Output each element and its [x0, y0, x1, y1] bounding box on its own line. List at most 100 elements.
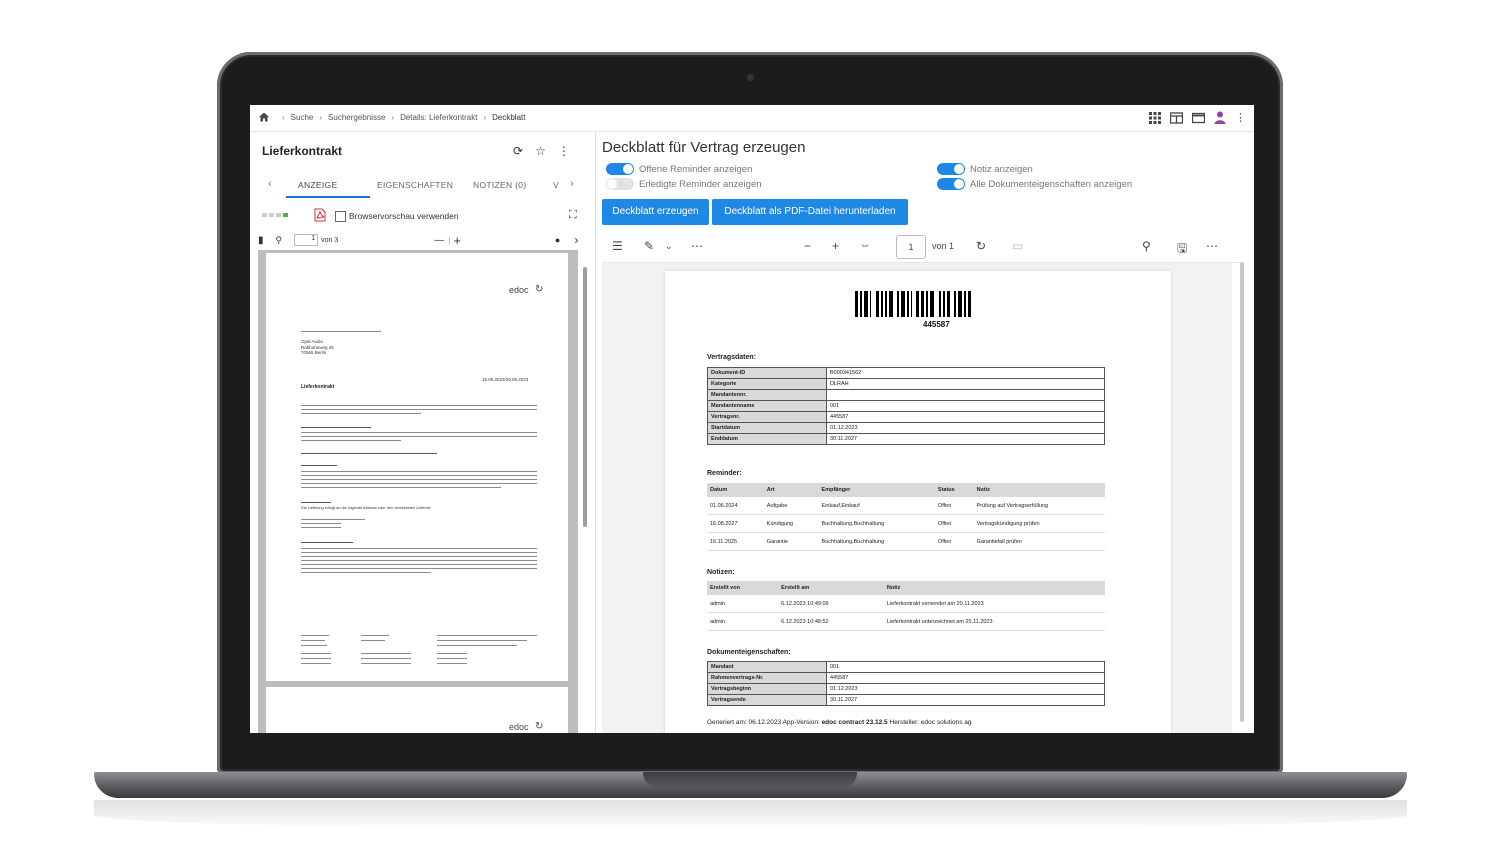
cover-sheet-page: 445587 Vertragsdaten: Dokument-ID B000341…: [665, 271, 1171, 733]
edoc-logo: edoc: [509, 285, 529, 295]
home-icon[interactable]: [258, 111, 270, 123]
apps-grid-icon[interactable]: [1149, 111, 1161, 124]
search-icon[interactable]: ⚲: [1142, 239, 1151, 253]
tab-notizen[interactable]: NOTIZEN (0): [473, 180, 526, 190]
back-chevron-icon[interactable]: ‹: [282, 113, 285, 122]
preview-text-line: [301, 475, 537, 477]
toggle-switch[interactable]: [606, 178, 634, 190]
create-cover-button[interactable]: Deckblatt erzeugen: [602, 199, 709, 225]
user-avatar-icon[interactable]: [1214, 111, 1226, 124]
preview-scrollbar[interactable]: [583, 267, 587, 527]
more-horiz-icon[interactable]: ⋯: [691, 239, 703, 253]
toggle-switch[interactable]: [937, 163, 965, 175]
tab-more[interactable]: V: [553, 180, 559, 190]
notes-heading: Notizen:: [707, 569, 735, 576]
preview-text-line: [437, 640, 527, 642]
comment-icon[interactable]: ●: [555, 235, 560, 245]
toggle-switch[interactable]: [937, 178, 965, 190]
download-pdf-button[interactable]: Deckblatt als PDF-Datei herunterladen: [712, 199, 908, 225]
tab-anzeige[interactable]: ANZEIGE: [298, 180, 337, 190]
breadcrumb-item-details[interactable]: Details: Lieferkontrakt: [400, 113, 477, 122]
breadcrumb-item-suche[interactable]: Suche: [291, 113, 314, 122]
tabs-next-icon[interactable]: ›: [570, 178, 574, 190]
toggle-all-properties[interactable]: Alle Dokumenteigenschaften anzeigen: [937, 178, 1132, 190]
page-number-input[interactable]: 1: [294, 234, 319, 246]
star-icon[interactable]: ☆: [535, 144, 546, 158]
page-view-icon[interactable]: ▭: [1012, 239, 1023, 253]
preview-text-line: [301, 542, 353, 544]
more-vert-icon[interactable]: ⋮: [1235, 112, 1246, 123]
chevron-right-icon[interactable]: ›: [574, 233, 578, 247]
table-cell: 6.12.2023 10:49:09: [778, 595, 884, 613]
reminder-table: Datum Art Empfänger Status Notiz 01.06.2024 Au…: [707, 483, 1105, 551]
chevron-right-icon: ›: [391, 112, 395, 122]
preview-text-line: [301, 479, 537, 481]
pdf-scrollbar[interactable]: [1239, 252, 1245, 722]
preview-text-line: [301, 427, 371, 429]
table-cell: Buchhaltung,Buchhaltung: [818, 514, 935, 533]
window-icon[interactable]: [1192, 112, 1205, 124]
property-value: 30.11.2027: [826, 433, 1105, 445]
preview-text-line: [301, 502, 331, 504]
tabs-prev-icon[interactable]: ‹: [268, 178, 272, 190]
tab-eigenschaften[interactable]: EIGENSCHAFTEN: [377, 180, 453, 190]
table-row: Vertragsende 30.11.2027: [707, 694, 1105, 706]
toggle-open-reminders[interactable]: Offene Reminder anzeigen: [606, 163, 752, 175]
breadcrumb-item-current: Deckblatt: [492, 112, 526, 122]
preview-text-line: [301, 436, 537, 438]
toggle-label: Alle Dokumenteigenschaften anzeigen: [970, 178, 1133, 190]
contract-data-table: Dokument-ID B000341562 Kategorie DLRAH Manda…: [707, 367, 1105, 445]
more-vert-icon[interactable]: ⋮: [558, 144, 570, 158]
address-line: 70565 Berlin: [301, 350, 327, 355]
table-cell: 6.12.2023 10:48:52: [778, 612, 884, 631]
table-row: admin 6.12.2023 10:49:09 Lieferkontrakt ve…: [707, 595, 1105, 613]
breadcrumb-item-results[interactable]: Suchergebnisse: [328, 113, 385, 122]
toggle-switch[interactable]: [606, 163, 634, 175]
preview-text-line: [437, 653, 467, 655]
search-icon[interactable]: ⚲: [276, 235, 283, 246]
preview-text-line: [437, 635, 537, 637]
preview-text-line: [301, 645, 327, 647]
refresh-icon[interactable]: ⟳: [513, 144, 523, 158]
highlight-icon[interactable]: ✎: [644, 239, 654, 253]
contract-data-heading: Vertragsdaten:: [707, 354, 757, 361]
table-cell: 16.11.2025: [707, 532, 764, 551]
rotate-icon[interactable]: ↻: [976, 239, 986, 253]
preview-footer-block: [301, 635, 537, 671]
table-cell: 01.06.2024: [707, 497, 764, 515]
barcode: [855, 291, 973, 317]
property-value: DLRAH: [826, 378, 1105, 390]
reminder-heading: Reminder:: [707, 470, 742, 477]
table-row: 16.08.2027 Kündigung Buchhaltung,Buchhaltu…: [707, 514, 1105, 533]
browser-preview-checkbox[interactable]: [335, 211, 346, 222]
more-horiz-icon[interactable]: ⋯: [1206, 239, 1218, 253]
table-row: Enddatum 30.11.2027: [707, 433, 1105, 445]
pdf-page-input[interactable]: 1: [896, 235, 926, 259]
pdf-icon[interactable]: [314, 208, 326, 222]
list-icon[interactable]: ☰: [612, 239, 623, 253]
chevron-down-icon[interactable]: ⌄: [665, 241, 673, 252]
property-value: 445587: [826, 411, 1105, 423]
save-icon[interactable]: 🖫: [1177, 239, 1187, 260]
preview-text-line: [301, 658, 331, 660]
zoom-out-button[interactable]: —: [434, 235, 444, 246]
column-header: Erstellt am: [778, 581, 884, 595]
property-key: Vertragsende: [707, 694, 827, 706]
toggle-done-reminders[interactable]: Erledigte Reminder anzeigen: [606, 178, 762, 190]
column-header: Datum: [707, 483, 764, 497]
zoom-out-icon[interactable]: −: [804, 239, 811, 253]
fit-width-icon[interactable]: ⇔: [860, 240, 870, 251]
sidebar-toggle-icon[interactable]: ▮: [258, 235, 264, 246]
preview-text-line: [301, 560, 537, 562]
split-view-icon[interactable]: [1170, 111, 1183, 124]
property-key: Rahmenvertrags-Nr.: [707, 672, 827, 684]
property-key: Dokument-ID: [707, 367, 827, 379]
zoom-in-button[interactable]: +: [453, 233, 461, 248]
table-row: Vertragsnr. 445587: [707, 411, 1105, 423]
zoom-in-icon[interactable]: +: [832, 239, 839, 253]
toggle-show-note[interactable]: Notiz anzeigen: [937, 163, 1033, 175]
document-actions: ⟳ ☆ ⋮: [513, 144, 570, 158]
cover-sheet-panel: Deckblatt für Vertrag erzeugen Offene Re…: [596, 132, 1254, 733]
fullscreen-icon[interactable]: ⛶: [569, 209, 577, 222]
preview-text-line: [301, 440, 401, 442]
